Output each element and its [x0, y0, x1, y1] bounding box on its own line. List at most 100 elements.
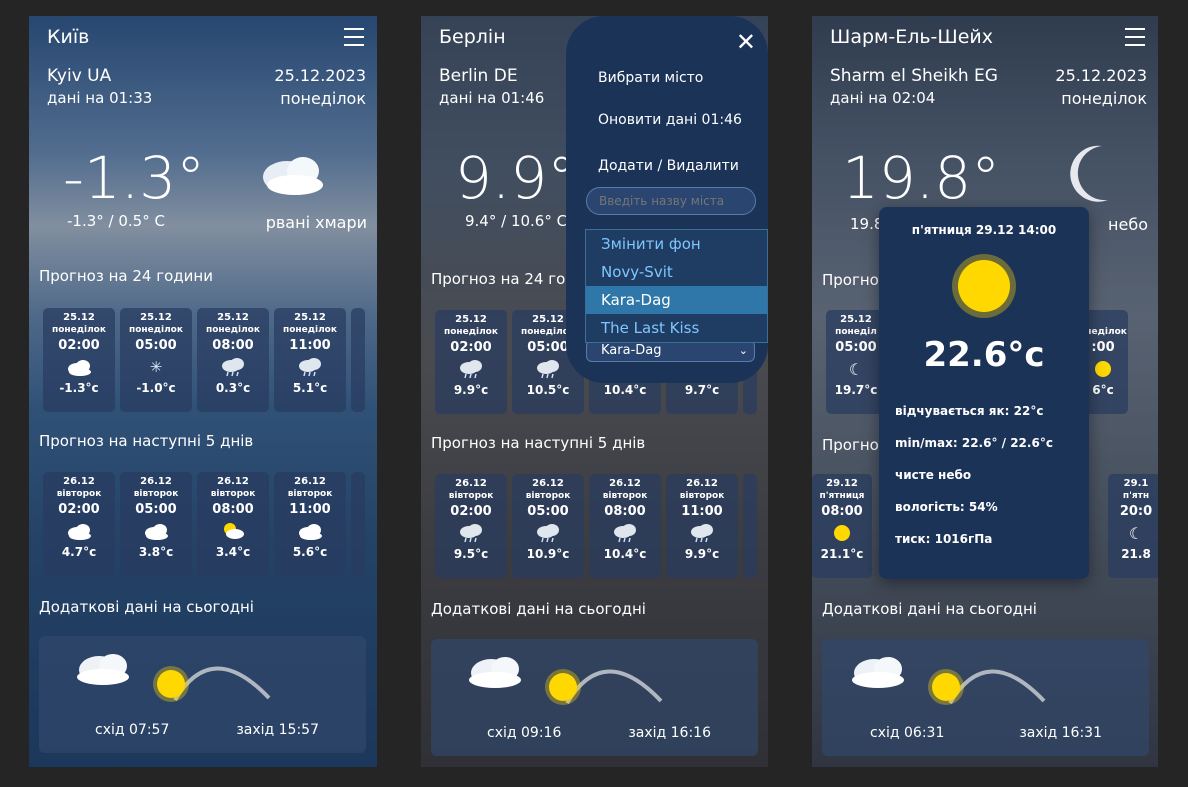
card-temp: 21.8: [1121, 547, 1151, 561]
sun-icon: [958, 260, 1010, 312]
dropdown-option[interactable]: The Last Kiss: [586, 314, 767, 342]
cloud-icon: [263, 157, 323, 195]
extra-title: Додаткові дані на сьогодні: [431, 600, 646, 618]
humidity: вологість: 54%: [895, 500, 998, 514]
city-search-input[interactable]: [586, 187, 756, 215]
sunset: захід 16:31: [1019, 725, 1102, 741]
condition-partial: небо: [1108, 215, 1148, 234]
add-remove-button[interactable]: Додати / Видалити: [598, 158, 739, 174]
date: 25.12.2023: [274, 66, 366, 85]
forecast-card-partial[interactable]: [351, 308, 365, 412]
forecast-card[interactable]: 26.12 вівторок 05:00 10.9°c: [512, 474, 584, 578]
min-max: min/max: 22.6° / 22.6°c: [895, 436, 1053, 450]
rain-cloud-icon: [589, 522, 661, 544]
forecast-card[interactable]: 29.1 п'ятн 20:0 ☾ 21.8: [1108, 474, 1158, 578]
card-time: 05:00: [527, 504, 569, 519]
forecast-card[interactable]: 25.12 понеділок 08:00 0.3°c: [197, 308, 269, 412]
moon-icon: [1070, 145, 1108, 202]
condition: чисте небо: [895, 468, 972, 482]
card-time: 02:00: [58, 338, 100, 353]
card-day: понеділок: [444, 327, 498, 337]
close-icon[interactable]: ✕: [736, 28, 756, 56]
cloud-icon: [274, 520, 346, 542]
sun-panel: схід 06:31 захід 16:31: [822, 639, 1149, 756]
sun-panel: схід 07:57 захід 15:57: [39, 636, 366, 753]
hourly-cards[interactable]: 25.12 понеділок 02:00 -1.3°c 25.12 понеділок 0…: [43, 308, 365, 412]
dropdown-option-selected[interactable]: Kara-Dag: [586, 286, 767, 314]
card-temp: 5.1°c: [292, 381, 328, 395]
forecast-card[interactable]: 25.12 понеділок 02:00 9.9°c: [435, 310, 507, 414]
card-day: вівторок: [602, 491, 648, 501]
choose-city-button[interactable]: Вибрати місто: [598, 70, 703, 86]
card-temp: 9.5°c: [453, 547, 489, 561]
card-date: 25.12: [455, 314, 487, 325]
card-temp: 3.4°c: [215, 545, 251, 559]
card-temp: 9.7°c: [684, 383, 720, 397]
card-date: 29.1: [1123, 478, 1149, 489]
forecast-detail-popup[interactable]: п'ятниця 29.12 14:00 22.6°c відчувається…: [879, 207, 1089, 579]
card-date: 25.12: [63, 312, 95, 323]
forecast-card[interactable]: 26.12 вівторок 11:00 5.6°c: [274, 472, 346, 576]
daily-title: Прогноз на наступні 5 днів: [39, 432, 254, 450]
daily-title: Прогно: [822, 436, 879, 454]
forecast-card[interactable]: 25.12 понеділок 11:00 5.1°c: [274, 308, 346, 412]
min-max-temp: -1.3° / 0.5° C: [67, 212, 165, 230]
card-time: 02:00: [450, 340, 492, 355]
sun-icon: [549, 673, 577, 701]
location: Berlin DE: [439, 66, 518, 86]
card-time: 08:00: [212, 502, 254, 517]
cloud-icon: [43, 520, 115, 542]
background-dropdown[interactable]: Змінити фон Novy-Svit Kara-Dag The Last …: [585, 229, 768, 343]
city-name: Берлін: [439, 26, 506, 48]
card-time: 05:00: [135, 502, 177, 517]
card-time: 05:00: [135, 338, 177, 353]
extra-title: Додаткові дані на сьогодні: [39, 598, 254, 616]
card-date: 26.12: [217, 476, 249, 487]
sun-icon: [812, 522, 872, 544]
card-temp: 3.8°c: [138, 545, 174, 559]
sunset: захід 15:57: [236, 722, 319, 738]
card-date: 25.12: [217, 312, 249, 323]
sun-panel: схід 09:16 захід 16:16: [431, 639, 758, 756]
menu-icon[interactable]: [1125, 28, 1145, 46]
card-date: 26.12: [455, 478, 487, 489]
forecast-card[interactable]: 26.12 вівторок 02:00 4.7°c: [43, 472, 115, 576]
dropdown-option[interactable]: Novy-Svit: [586, 258, 767, 286]
sunrise: схід 07:57: [95, 722, 170, 738]
forecast-card[interactable]: 26.12 вівторок 08:00 10.4°c: [589, 474, 661, 578]
sun-icon: [932, 673, 960, 701]
card-date: 26.12: [140, 476, 172, 487]
weekday: понеділок: [280, 89, 366, 108]
forecast-card-partial[interactable]: [743, 474, 757, 578]
card-time: 02:00: [58, 502, 100, 517]
current-temp: 19.8°: [842, 144, 1001, 212]
moon-icon: ☾: [1128, 523, 1144, 543]
card-day: вівторок: [287, 489, 333, 499]
forecast-card[interactable]: 26.12 вівторок 08:00 3.4°c: [197, 472, 269, 576]
forecast-card[interactable]: 29.12 п'ятниця 08:00 21.1°c: [812, 474, 872, 578]
card-date: 26.12: [609, 478, 641, 489]
menu-icon[interactable]: [344, 28, 364, 46]
rain-cloud-icon: [197, 356, 269, 378]
card-day: вівторок: [679, 491, 725, 501]
chevron-down-icon: ⌄: [738, 344, 748, 357]
cloud-icon: [77, 654, 129, 685]
card-day: вівторок: [448, 491, 494, 501]
daily-cards[interactable]: 26.12 вівторок 02:00 4.7°c 26.12 вівторок 05:0…: [43, 472, 365, 576]
forecast-card[interactable]: 26.12 вівторок 11:00 9.9°c: [666, 474, 738, 578]
dropdown-option[interactable]: Змінити фон: [586, 230, 767, 258]
forecast-card-partial[interactable]: [351, 472, 365, 576]
forecast-card[interactable]: 25.12 понеділок 02:00 -1.3°c: [43, 308, 115, 412]
forecast-card[interactable]: 25.12 понеділок 05:00 ✳ -1.0°c: [120, 308, 192, 412]
forecast-card[interactable]: 26.12 вівторок 05:00 3.8°c: [120, 472, 192, 576]
rain-cloud-icon: [435, 522, 507, 544]
forecast-card[interactable]: 26.12 вівторок 02:00 9.5°c: [435, 474, 507, 578]
card-time: 11:00: [289, 502, 331, 517]
refresh-button[interactable]: Оновити дані 01:46: [598, 112, 742, 128]
daily-cards[interactable]: 26.12 вівторок 02:00 9.5°c 26.12 вівторок 05:0…: [435, 474, 757, 578]
forecast-card[interactable]: 25.12 понеділ 05:00 ☾ 19.7°c: [826, 310, 886, 414]
card-temp: 10.9°c: [526, 547, 570, 561]
background-select[interactable]: Kara-Dag ⌄: [586, 340, 755, 362]
card-time: 11:00: [289, 338, 331, 353]
popup-title: п'ятниця 29.12 14:00: [911, 223, 1057, 237]
